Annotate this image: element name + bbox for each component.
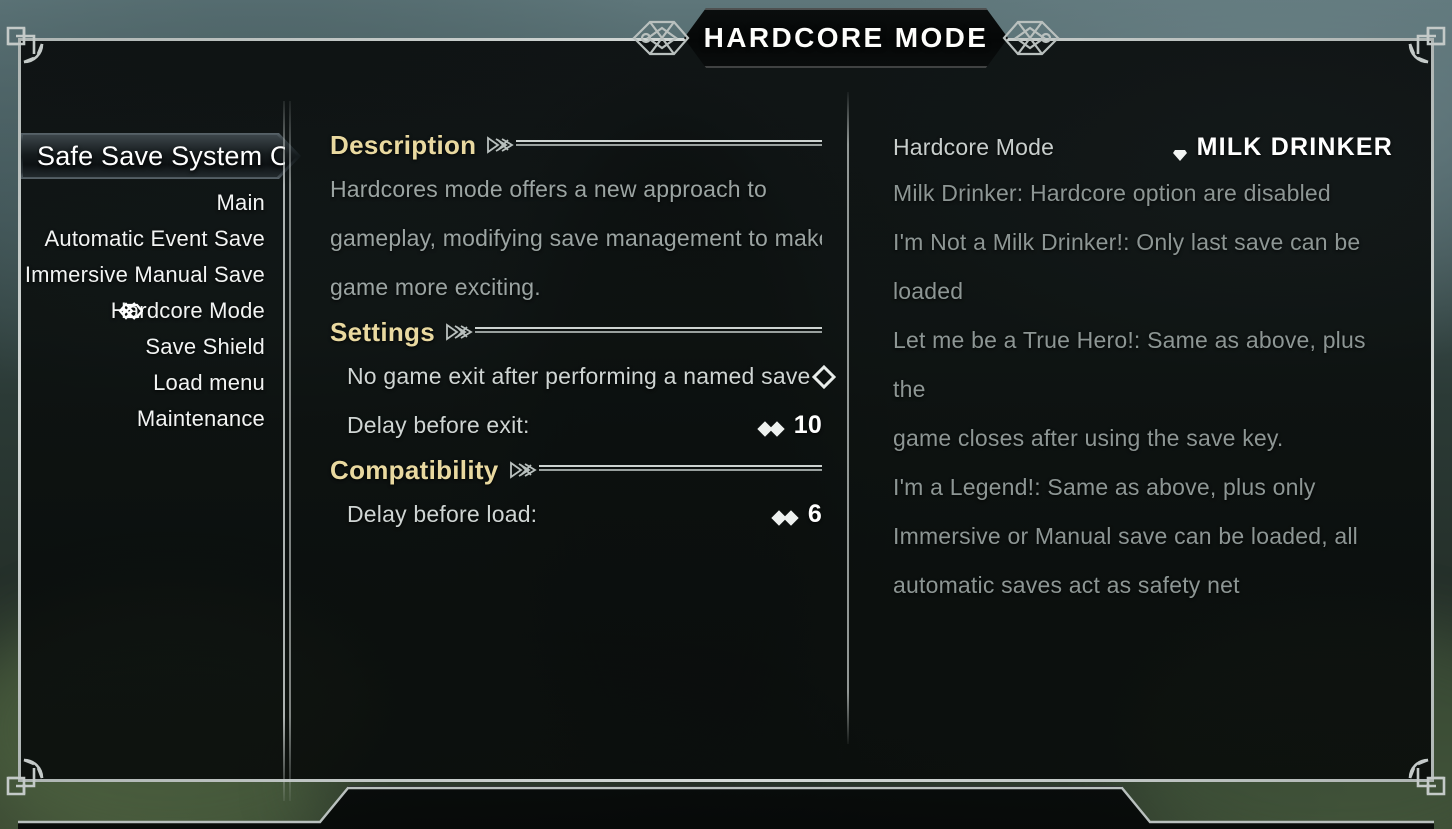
knot-divider-icon [509, 460, 543, 480]
option-label: No game exit after performing a named sa… [347, 363, 811, 389]
sidebar-item-immersive-manual-save[interactable]: Immersive Manual Save [21, 257, 267, 293]
info-line: I'm a Legend!: Same as above, plus only [893, 474, 1316, 500]
option-label: Delay before exit: [347, 412, 530, 438]
option-row-delay-before-load[interactable]: Delay before load: 6 [330, 490, 822, 539]
info-line: Milk Drinker: Hardcore option are disabl… [893, 180, 1331, 206]
knot-arrow-icon [117, 300, 144, 322]
option-row-delay-before-exit[interactable]: Delay before exit: 10 [330, 401, 822, 450]
column-divider [847, 92, 849, 744]
header-banner: HARDCORE MODE [626, 6, 1066, 70]
section-label: Settings [330, 316, 435, 347]
sidebar-menu: Main Automatic Event Save Immersive Manu… [21, 185, 267, 437]
option-value: 6 [807, 500, 822, 528]
option-control[interactable] [811, 364, 837, 390]
sidebar-divider [283, 101, 285, 801]
option-control[interactable]: 10 [756, 411, 822, 440]
section-rule-line [516, 140, 822, 147]
section-rule [486, 133, 822, 157]
bottom-bar [18, 786, 1434, 829]
sidebar-item-maintenance[interactable]: Maintenance [21, 401, 267, 437]
option-control[interactable]: 6 [770, 500, 822, 529]
info-title: Hardcore Mode [893, 133, 1055, 160]
sidebar-item-main[interactable]: Main [21, 185, 267, 221]
info-line: loaded [893, 278, 964, 304]
sidebar-item-hardcore-mode[interactable]: Hardcore Mode [21, 293, 267, 329]
sidebar-item-load-menu[interactable]: Load menu [21, 365, 267, 401]
slider-arrows-icon[interactable] [756, 417, 786, 437]
gem-icon [1172, 140, 1188, 161]
section-rule-line [538, 465, 822, 472]
info-header: Hardcore Mode MILK DRINKER [893, 125, 1393, 169]
info-line: game closes after using the save key. [893, 425, 1284, 451]
settings-column: Description Hardcores mode offers a new … [330, 125, 836, 539]
section-rule [445, 320, 822, 344]
slider-arrows-icon[interactable] [770, 506, 800, 526]
knot-divider-icon [486, 135, 520, 155]
section-label: Description [330, 129, 477, 160]
info-line: Let me be a True Hero!: Same as above, p… [893, 327, 1366, 402]
option-row-no-game-exit[interactable]: No game exit after performing a named sa… [330, 352, 836, 401]
section-rule [509, 458, 822, 482]
info-column: Hardcore Mode MILK DRINKER Milk Drinker:… [893, 125, 1393, 610]
info-line: automatic saves act as safety net [893, 572, 1240, 598]
page-title: HARDCORE MODE [703, 22, 989, 53]
section-header-description: Description [330, 125, 822, 165]
corner-ornament-icon [1392, 742, 1450, 800]
option-value: 10 [793, 411, 822, 439]
description-line: Hardcores mode offers a new approach to [330, 176, 767, 202]
info-line: Immersive or Manual save can be loaded, … [893, 523, 1358, 549]
section-header-settings: Settings [330, 312, 822, 352]
sidebar-item-automatic-event-save[interactable]: Automatic Event Save [21, 221, 267, 257]
diamond-unchecked-icon[interactable] [811, 364, 837, 390]
sidebar-item-label: Load menu [153, 370, 265, 395]
skyrim-mcm-screen: HARDCORE MODE Safe Save System Overh Mai… [0, 0, 1452, 829]
frame-right-border [1431, 38, 1434, 782]
knot-divider-icon [445, 322, 479, 342]
info-line: I'm Not a Milk Drinker!: Only last save … [893, 229, 1361, 255]
sidebar-item-label: Maintenance [136, 406, 265, 431]
option-label: Delay before load: [347, 501, 538, 527]
description-line: gameplay, modifying save management to m… [330, 225, 822, 251]
description-line: game more exciting. [330, 274, 541, 300]
hardcore-mode-value[interactable]: MILK DRINKER [1172, 133, 1393, 162]
sidebar-item-label: Main [216, 190, 265, 215]
section-label: Compatibility [330, 454, 499, 485]
section-rule-line [474, 327, 822, 334]
sidebar-item-label: Save Shield [145, 334, 265, 359]
sidebar-divider-secondary [289, 101, 291, 801]
hardcore-mode-value-label: MILK DRINKER [1196, 132, 1393, 161]
frame-bottom-border [18, 779, 1434, 782]
sidebar-item-save-shield[interactable]: Save Shield [21, 329, 267, 365]
sidebar-item-label: Automatic Event Save [44, 226, 265, 251]
sidebar: Safe Save System Overh Main Automatic Ev… [21, 41, 301, 801]
section-header-compatibility: Compatibility [330, 450, 822, 490]
sidebar-item-label: Immersive Manual Save [24, 262, 265, 287]
corner-ornament-icon [1392, 22, 1450, 80]
mod-name-label: Safe Save System Overh [37, 140, 285, 171]
